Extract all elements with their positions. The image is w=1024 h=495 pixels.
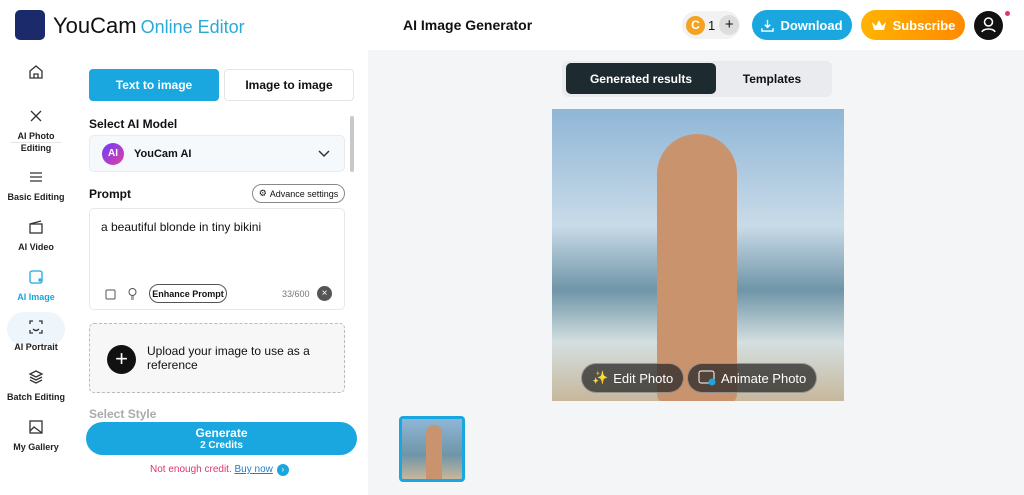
sidebar-item-basic-editing[interactable]: Basic Editing (4, 169, 68, 203)
sidebar-item-batch-editing[interactable]: Batch Editing (4, 369, 68, 403)
brand[interactable]: YouCam Online Editor (53, 13, 245, 39)
generate-label: Generate (195, 426, 248, 440)
page-title: AI Image Generator (403, 17, 533, 33)
clear-prompt-button[interactable]: × (317, 286, 332, 301)
clapperboard-icon (29, 220, 43, 234)
arrow-right-icon[interactable]: › (276, 464, 289, 476)
animate-icon (698, 370, 716, 386)
advance-settings-button[interactable]: ⚙ Advance settings (252, 184, 345, 203)
warning-text: Not enough credit. (150, 464, 232, 475)
subscribe-label: Subscribe (892, 17, 956, 33)
edit-label: Edit Photo (613, 370, 674, 386)
header: YouCam Online Editor AI Image Generator C… (0, 0, 1024, 50)
sidebar-label: AI Video (18, 242, 54, 252)
generated-image: ✨ Edit Photo Animate Photo (552, 109, 844, 401)
results-area: Generated results Templates ✨ Edit Photo … (368, 50, 1024, 495)
model-value: YouCam AI (134, 147, 192, 160)
tab-generated-results[interactable]: Generated results (566, 63, 716, 94)
user-icon (981, 17, 996, 33)
model-select[interactable]: AI YouCam AI (89, 135, 345, 172)
model-label: Select AI Model (89, 117, 178, 131)
sidebar-item-home[interactable] (4, 64, 68, 86)
generate-button[interactable]: Generate 2 Credits (86, 422, 357, 455)
crown-icon (871, 20, 886, 30)
ai-image-icon (29, 270, 43, 284)
edit-photo-button[interactable]: ✨ Edit Photo (581, 363, 685, 393)
youcam-logo[interactable] (15, 10, 45, 40)
char-count: 33/600 (282, 289, 310, 299)
result-thumbnail[interactable] (399, 416, 465, 482)
sidebar-item-my-gallery[interactable]: My Gallery (4, 419, 68, 453)
brand-name: YouCam (53, 13, 137, 38)
generate-cost: 2 Credits (200, 440, 243, 451)
home-icon (29, 65, 43, 79)
lightbulb-icon[interactable] (127, 287, 138, 300)
gear-icon: ⚙ (258, 188, 267, 198)
sidebar-item-ai-photo-editing[interactable]: AI Photo Editing (4, 108, 68, 154)
prompt-label: Prompt (89, 187, 131, 201)
ai-photo-editing-icon (30, 110, 42, 122)
gallery-icon (29, 420, 43, 434)
credit-count: 1 (708, 17, 716, 33)
prompt-text: a beautiful blonde in tiny bikini (101, 220, 262, 234)
buy-now-link[interactable]: Buy now (235, 464, 273, 475)
chevron-down-icon (318, 149, 330, 157)
credits-badge: C 1 + (682, 11, 740, 39)
user-avatar[interactable] (974, 11, 1003, 40)
sidebar-label: AI Portrait (14, 342, 58, 352)
sidebar-label: Basic Editing (7, 192, 65, 202)
sidebar-label: My Gallery (13, 442, 59, 452)
subscribe-button[interactable]: Subscribe (861, 10, 965, 40)
sliders-icon (30, 172, 42, 182)
credit-warning: Not enough credit. Buy now › (150, 464, 289, 476)
animate-photo-button[interactable]: Animate Photo (687, 363, 818, 393)
download-button[interactable]: Download (752, 10, 852, 40)
sidebar-item-ai-portrait[interactable]: AI Portrait (4, 319, 68, 353)
tab-image-to-image[interactable]: Image to image (224, 69, 354, 101)
tab-templates[interactable]: Templates (716, 63, 828, 94)
upload-text: Upload your image to use as a reference (147, 344, 310, 372)
layers-icon (28, 370, 44, 384)
brand-sub: Online Editor (140, 17, 245, 37)
ai-model-icon: AI (102, 142, 124, 165)
download-icon (761, 19, 775, 32)
sidebar-label: AI Photo Editing (17, 131, 55, 153)
animate-label: Animate Photo (721, 370, 807, 386)
figure (657, 134, 737, 401)
download-label: Download (780, 17, 843, 33)
tab-text-to-image[interactable]: Text to image (89, 69, 219, 101)
prompt-input[interactable]: a beautiful blonde in tiny bikini Enhanc… (89, 208, 345, 310)
advance-label: Advance settings (269, 188, 339, 199)
figure (426, 425, 442, 479)
sidebar-item-ai-video[interactable]: AI Video (4, 219, 68, 253)
results-tabs: Generated results Templates (562, 61, 832, 97)
sidebar-label: Batch Editing (7, 392, 65, 402)
add-credits-button[interactable]: + (719, 15, 740, 35)
enhance-prompt-button[interactable]: Enhance Prompt (149, 284, 227, 303)
sidebar-label: AI Image (17, 292, 55, 302)
face-scan-icon (29, 320, 43, 334)
notification-dot (1005, 11, 1010, 16)
upload-reference[interactable]: + Upload your image to use as a referenc… (89, 323, 345, 393)
panel-scrollbar[interactable] (350, 116, 354, 172)
settings-panel: Text to image Image to image Select AI M… (72, 50, 368, 495)
coin-icon: C (686, 15, 705, 35)
sidebar: AI Photo Editing Basic Editing AI Video … (0, 50, 72, 495)
sidebar-item-ai-image[interactable]: AI Image (4, 269, 68, 303)
plus-icon: + (107, 345, 136, 374)
magic-wand-icon: ✨ (592, 370, 609, 385)
style-label: Select Style (89, 407, 157, 421)
tag-icon[interactable] (105, 288, 116, 300)
